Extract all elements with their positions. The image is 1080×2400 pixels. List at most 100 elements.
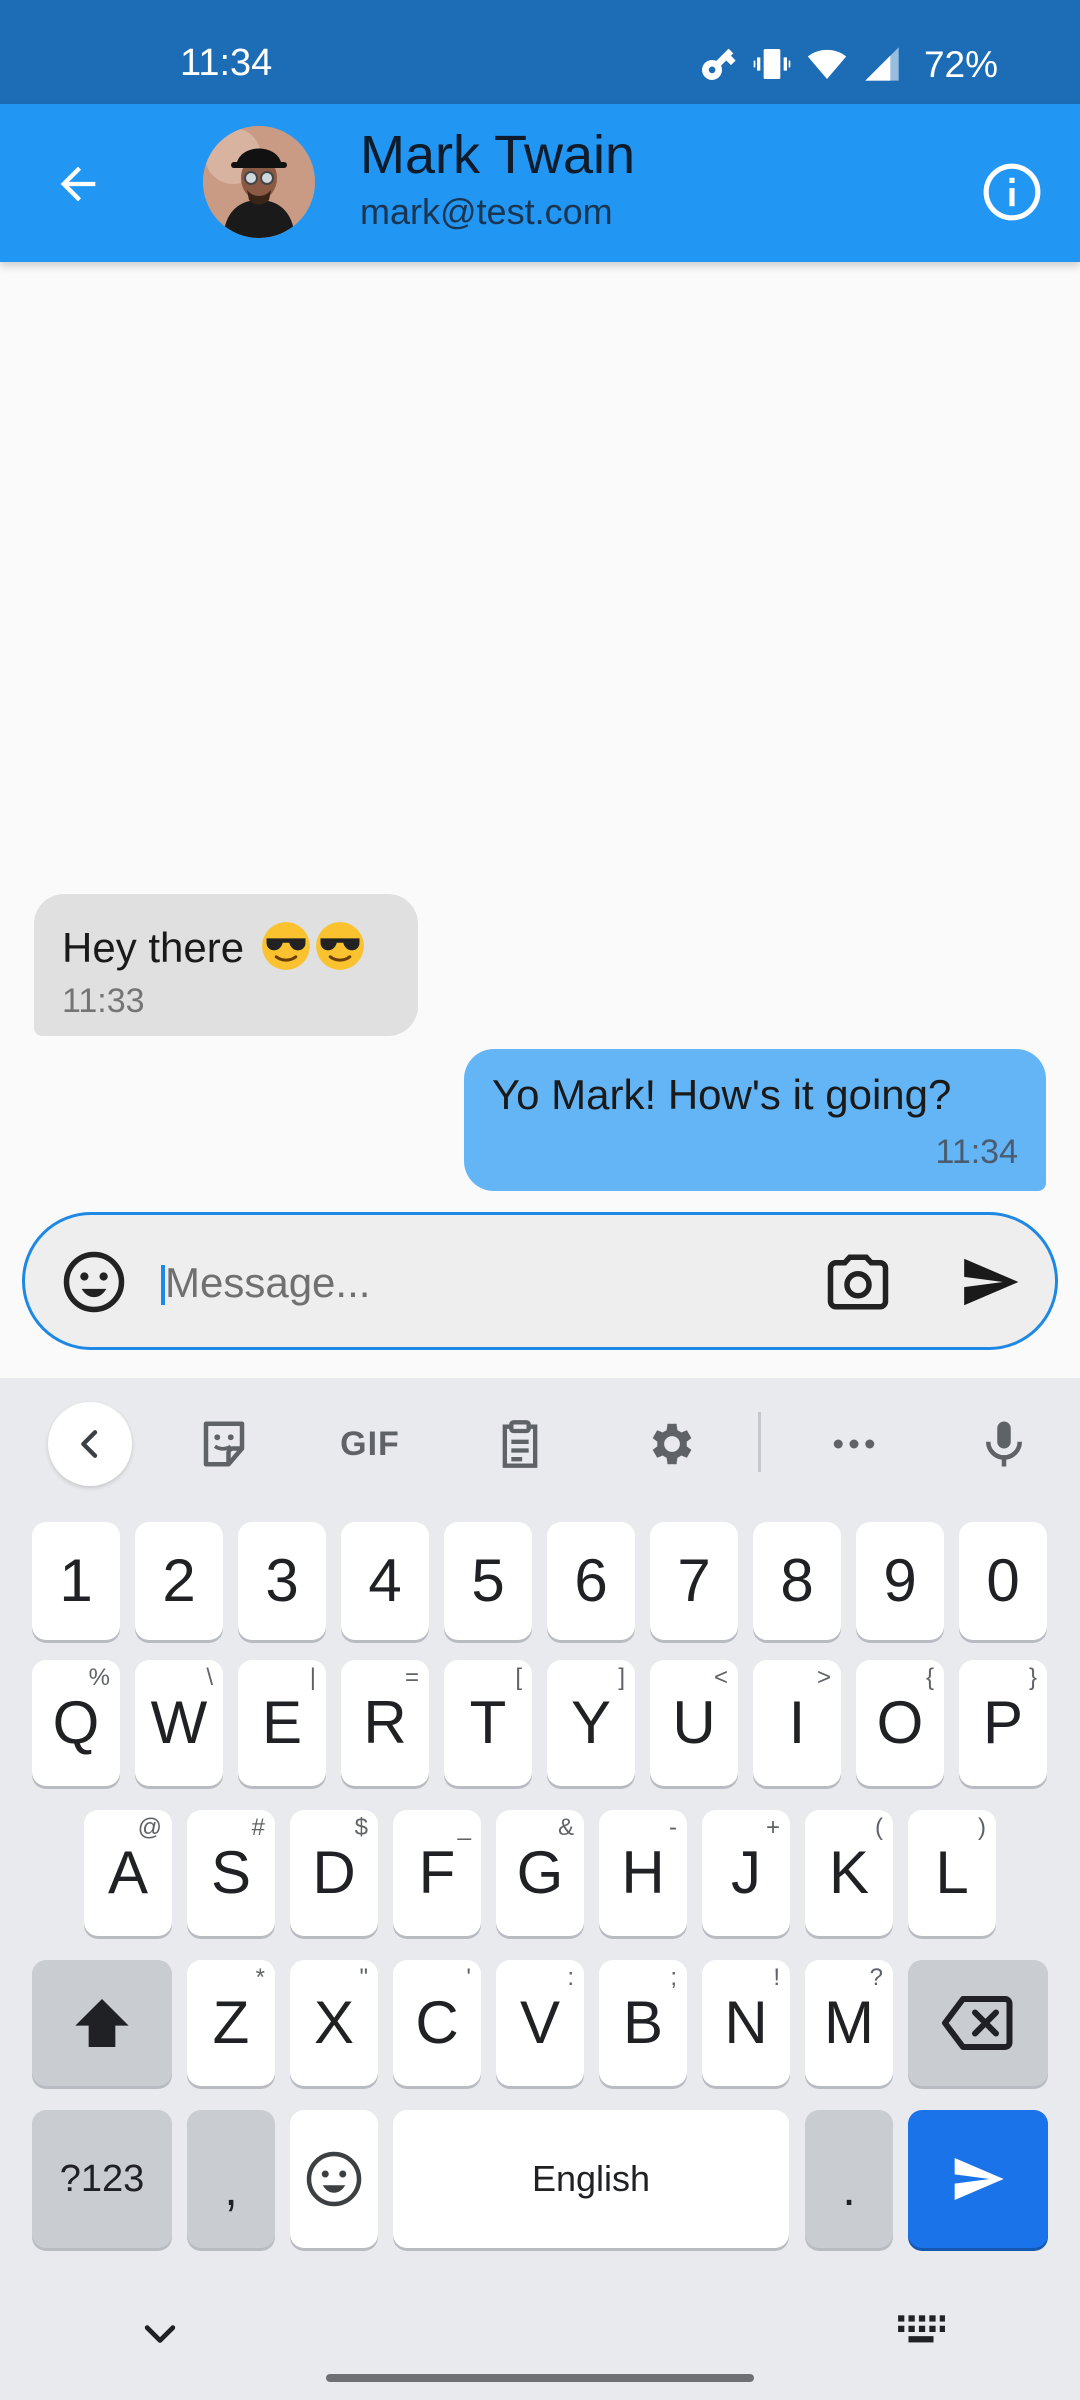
key-hint: & (557, 1814, 574, 1841)
emoji-icon[interactable] (61, 1249, 127, 1315)
key-label: V (519, 1989, 561, 2056)
key-label: 9 (883, 1547, 917, 1614)
key-x[interactable]: X " (290, 1960, 378, 2086)
outgoing-message[interactable]: Yo Mark! How's it going? 11:34 (464, 1049, 1046, 1191)
clipboard-button[interactable] (478, 1402, 562, 1486)
key-hint: - (669, 1814, 677, 1841)
key-hint: ] (618, 1664, 625, 1691)
key-l[interactable]: L) (908, 1810, 996, 1936)
key-8[interactable]: 8 (753, 1522, 841, 1640)
key-3[interactable]: 3 (238, 1522, 326, 1640)
key-hint: " (359, 1964, 368, 1991)
shift-key[interactable] (32, 1960, 172, 2086)
enter-key[interactable] (908, 2110, 1048, 2248)
key-hint: = (404, 1664, 419, 1691)
gif-button[interactable]: GIF (328, 1402, 412, 1486)
key-c[interactable]: C ' (393, 1960, 481, 2086)
sticker-button[interactable] (182, 1402, 266, 1486)
message-composer (22, 1212, 1058, 1350)
arrow-back-icon (60, 166, 96, 202)
comma-key[interactable]: , (187, 2110, 275, 2248)
key-h[interactable]: H- (599, 1810, 687, 1936)
key-label: O (876, 1689, 924, 1756)
key-9[interactable]: 9 (856, 1522, 944, 1640)
key-o[interactable]: O{ (856, 1660, 944, 1786)
key-a[interactable]: A @ (84, 1810, 172, 1936)
key-1[interactable]: 1 (32, 1522, 120, 1640)
avatar-image (203, 126, 315, 238)
key-label: 5 (471, 1547, 505, 1614)
message-input[interactable] (165, 1249, 805, 1317)
chat-header: Mark Twain mark@test.com (0, 104, 1080, 262)
symbols-key[interactable]: ?123 (32, 2110, 172, 2248)
key-z[interactable]: Z * (187, 1960, 275, 2086)
key-i[interactable]: I > (753, 1660, 841, 1786)
key-5[interactable]: 5 (444, 1522, 532, 1640)
key-p[interactable]: P} (959, 1660, 1047, 1786)
key-7[interactable]: 7 (650, 1522, 738, 1640)
key-label: . (842, 2163, 856, 2216)
key-y[interactable]: Y] (547, 1660, 635, 1786)
status-time: 11:34 (180, 42, 273, 84)
key-u[interactable]: U < (650, 1660, 738, 1786)
key-label: M (824, 1989, 874, 2056)
key-label: B (622, 1989, 664, 2056)
period-key[interactable]: . (805, 2110, 893, 2248)
backspace-key[interactable] (908, 1960, 1048, 2086)
key-label: N (724, 1989, 768, 2056)
chevron-down-icon[interactable] (138, 2320, 182, 2350)
key-2[interactable]: 2 (135, 1522, 223, 1640)
key-g[interactable]: G & (496, 1810, 584, 1936)
more-icon (833, 1439, 875, 1449)
camera-icon[interactable] (823, 1249, 893, 1315)
key-q[interactable]: Q% (32, 1660, 120, 1786)
key-s[interactable]: S # (187, 1810, 275, 1936)
shift-icon (75, 1999, 129, 2047)
status-icons: 72% (698, 44, 998, 84)
key-r[interactable]: R = (341, 1660, 429, 1786)
key-hint: + (765, 1814, 780, 1841)
key-hint: } (1028, 1664, 1037, 1691)
key-hint: ' (466, 1964, 471, 1991)
key-d[interactable]: D $ (290, 1810, 378, 1936)
key-hint: \ (206, 1664, 213, 1691)
key-n[interactable]: N! (702, 1960, 790, 2086)
message-text: Yo Mark! How's it going? (492, 1071, 952, 1118)
mic-icon (986, 1421, 1022, 1467)
key-v[interactable]: V: (496, 1960, 584, 2086)
contact-email: mark@test.com (360, 191, 613, 232)
emoji-key[interactable] (290, 2110, 378, 2248)
key-k[interactable]: K( (805, 1810, 893, 1936)
key-label: Y (570, 1689, 612, 1756)
chevron-left-button[interactable] (48, 1402, 132, 1486)
key-hint: { (925, 1664, 934, 1691)
incoming-message[interactable]: Hey there 11:33 (34, 894, 418, 1036)
key-6[interactable]: 6 (547, 1522, 635, 1640)
key-label: L (935, 1839, 969, 1906)
mic-button[interactable] (962, 1402, 1046, 1486)
key-icon (701, 48, 736, 80)
send-icon[interactable] (955, 1251, 1025, 1313)
key-b[interactable]: B; (599, 1960, 687, 2086)
settings-button[interactable] (628, 1402, 712, 1486)
key-t[interactable]: T[ (444, 1660, 532, 1786)
more-button[interactable] (812, 1402, 896, 1486)
keyboard-switch-icon[interactable] (896, 2312, 946, 2352)
key-0[interactable]: 0 (959, 1522, 1047, 1640)
key-label: E (261, 1689, 303, 1756)
status-bar: 11:34 72% (0, 0, 1080, 104)
avatar[interactable] (203, 126, 315, 238)
home-indicator[interactable] (326, 2374, 754, 2382)
key-hint: % (88, 1664, 110, 1691)
key-e[interactable]: E | (238, 1660, 326, 1786)
key-w[interactable]: W \ (135, 1660, 223, 1786)
key-4[interactable]: 4 (341, 1522, 429, 1640)
back-button[interactable] (38, 144, 118, 224)
chevron-left-icon (81, 1430, 98, 1458)
key-m[interactable]: M? (805, 1960, 893, 2086)
info-button[interactable] (970, 150, 1054, 234)
key-j[interactable]: J + (702, 1810, 790, 1936)
key-f[interactable]: F _ (393, 1810, 481, 1936)
key-label: K (828, 1839, 870, 1906)
space-key[interactable]: English (393, 2110, 789, 2248)
